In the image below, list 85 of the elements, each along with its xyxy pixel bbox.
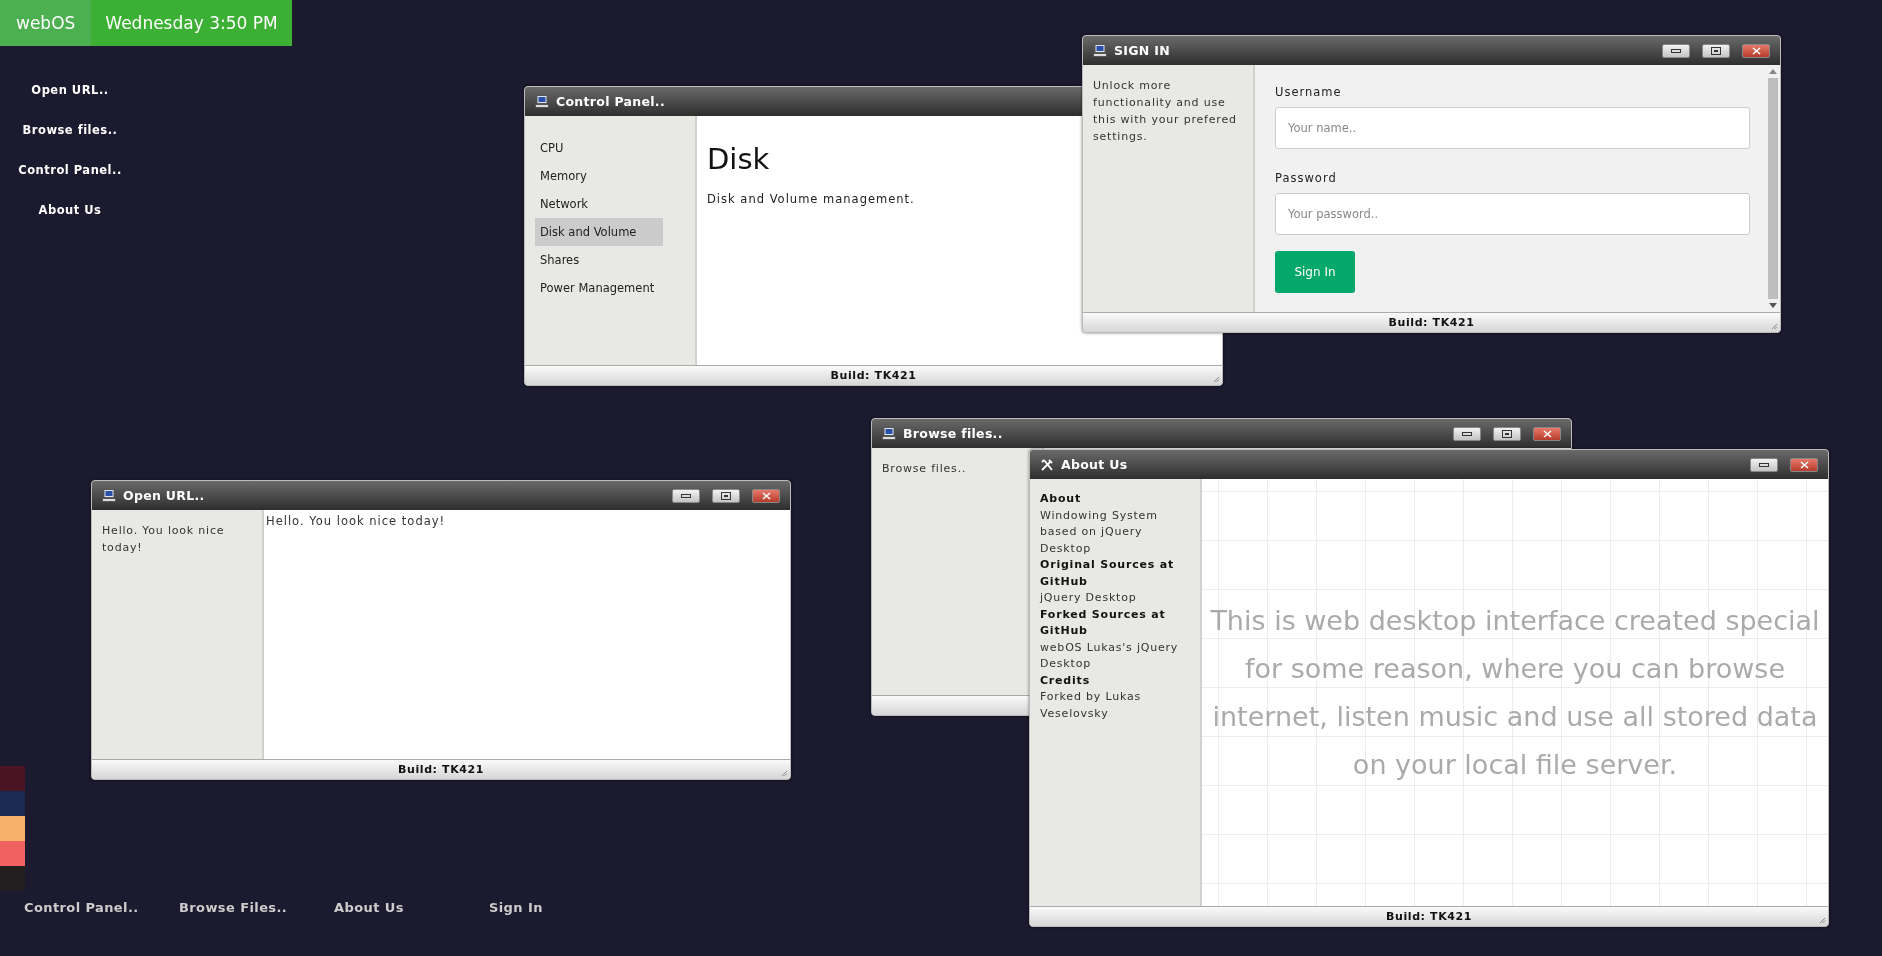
maximize-icon (721, 491, 731, 500)
color-swatch[interactable] (0, 866, 25, 891)
computer-icon (1093, 44, 1107, 57)
minimize-button[interactable] (672, 488, 700, 503)
scroll-up-icon (1769, 69, 1777, 74)
section-heading: Forked Sources at GitHub (1040, 606, 1167, 639)
build-label: Build: TK421 (1388, 316, 1475, 329)
tools-icon (1040, 457, 1054, 472)
maximize-button[interactable] (1702, 43, 1730, 58)
menu-item[interactable]: Network (535, 190, 663, 218)
color-swatch[interactable] (0, 841, 25, 866)
close-icon (1542, 429, 1552, 438)
close-button[interactable] (1533, 426, 1561, 441)
taskbar-item[interactable]: Browse Files.. (179, 900, 334, 915)
section-heading: Original Sources at GitHub (1040, 557, 1176, 590)
clock: Wednesday 3:50 PM (91, 0, 292, 46)
menu-item[interactable]: Shares (535, 246, 663, 274)
username-field[interactable]: Your name.. (1275, 107, 1750, 149)
desktop-shortcut[interactable]: Control Panel.. (18, 162, 122, 178)
taskbar-item[interactable]: Control Panel.. (24, 900, 179, 915)
computer-icon (882, 427, 896, 440)
window-title: SIGN IN (1114, 43, 1170, 58)
maximize-icon (1502, 429, 1512, 438)
minimize-button[interactable] (1453, 426, 1481, 441)
minimize-icon (1759, 462, 1769, 467)
field-label: Username (1275, 85, 1343, 99)
resize-grip-icon[interactable] (1213, 376, 1220, 383)
window-title: About Us (1061, 457, 1128, 472)
resize-grip-icon[interactable] (1819, 917, 1826, 924)
close-icon (1799, 460, 1809, 469)
menu-item[interactable]: Memory (535, 162, 663, 190)
color-swatch[interactable] (0, 791, 25, 816)
desktop-shortcut[interactable]: Browse files.. (22, 122, 118, 138)
sidebar-text: Hello. You look nice today! (102, 523, 226, 556)
computer-icon (535, 95, 549, 108)
computer-icon (102, 489, 116, 502)
close-button[interactable] (1742, 43, 1770, 58)
desktop-shortcut[interactable]: About Us (38, 202, 102, 218)
section-text: Windowing System based on jQuery Desktop (1040, 507, 1159, 557)
section-text: webOS Lukas's jQuery Desktop (1040, 639, 1180, 672)
field-label: Password (1275, 171, 1338, 185)
scroll-down-icon (1769, 303, 1777, 308)
window-title: Browse files.. (903, 426, 1003, 441)
window-title: Open URL.. (123, 488, 205, 503)
page-heading: Disk (707, 142, 771, 176)
title-bar[interactable]: Open URL.. (92, 481, 790, 510)
window-title: Control Panel.. (556, 94, 665, 109)
minimize-icon (681, 493, 691, 498)
content-text: Hello. You look nice today! (265, 513, 447, 530)
description: Disk and Volume management. (707, 192, 916, 206)
minimize-button[interactable] (1750, 457, 1778, 472)
section-text: Forked by Lukas Veselovsky (1040, 689, 1142, 722)
resize-grip-icon[interactable] (1771, 323, 1778, 330)
desktop-shortcut[interactable]: Open URL.. (31, 82, 109, 98)
title-bar[interactable]: Browse files.. (872, 419, 1571, 448)
menu-item[interactable]: Power Management (535, 274, 663, 302)
scrollbar[interactable] (1768, 69, 1778, 308)
password-field[interactable]: Your password.. (1275, 193, 1750, 235)
resize-grip-icon[interactable] (781, 770, 788, 777)
taskbar-item[interactable]: About Us (334, 900, 489, 915)
build-label: Build: TK421 (397, 763, 485, 776)
maximize-icon (1711, 46, 1721, 55)
color-swatch[interactable] (0, 816, 25, 841)
maximize-button[interactable] (712, 488, 740, 503)
title-bar[interactable]: About Us (1030, 450, 1828, 479)
minimize-icon (1671, 48, 1681, 53)
color-swatch[interactable] (0, 766, 25, 791)
section-heading: Credits (1040, 672, 1091, 689)
maximize-button[interactable] (1493, 426, 1521, 441)
taskbar-item[interactable]: Sign In (489, 900, 644, 915)
menu-item[interactable]: CPU (535, 134, 663, 162)
sidebar-text: Browse files.. (882, 461, 968, 477)
build-label: Build: TK421 (1385, 910, 1473, 923)
section-text: jQuery Desktop (1040, 590, 1138, 606)
minimize-icon (1462, 431, 1472, 436)
section-heading: About (1040, 491, 1083, 507)
intro-text: This is web desktop interface created special for some reason, where you can browse internet, listen music and use all stored data on your local file server. (1209, 603, 1821, 782)
minimize-button[interactable] (1662, 43, 1690, 58)
close-icon (761, 491, 771, 500)
build-label: Build: TK421 (830, 369, 917, 382)
title-bar[interactable]: SIGN IN (1083, 36, 1780, 65)
close-button[interactable] (1790, 457, 1818, 472)
menu-item[interactable]: Disk and Volume (535, 218, 663, 246)
close-button[interactable] (752, 488, 780, 503)
close-icon (1751, 46, 1761, 55)
